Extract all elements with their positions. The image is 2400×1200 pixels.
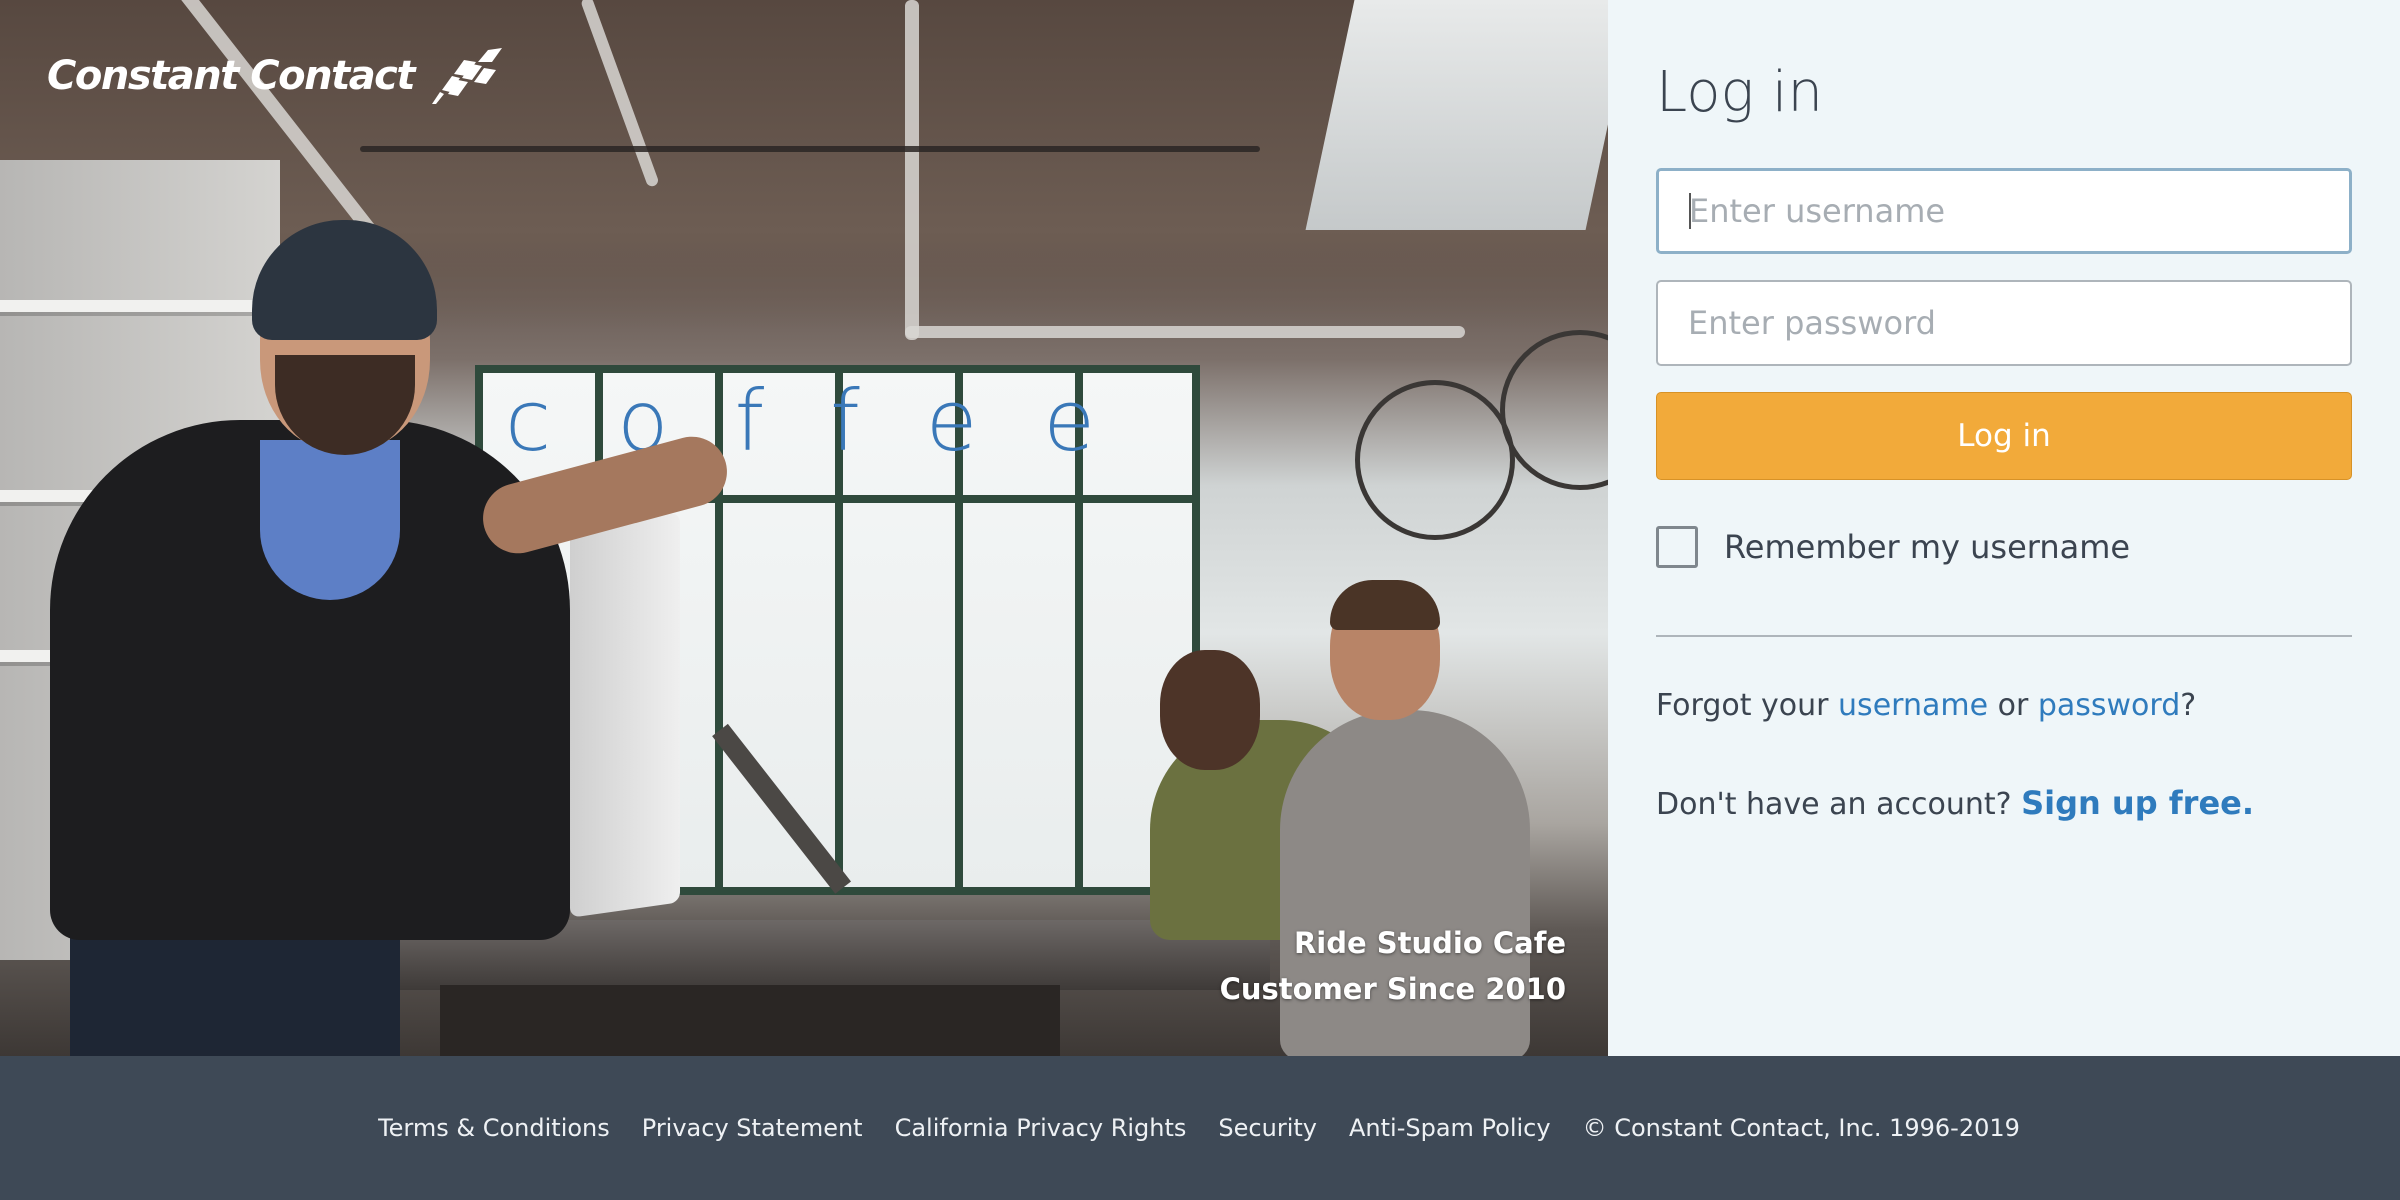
photo-caption: Ride Studio Cafe Customer Since 2010 [1220,920,1566,1012]
footer-link-security[interactable]: Security [1218,1114,1317,1142]
flag-logo-icon [432,48,503,104]
seated-customer-head [1160,650,1260,770]
bicycle-wheel [1500,330,1608,490]
ceiling-rail [360,146,1260,152]
ceiling-pipe [905,326,1465,338]
footer-link-privacy[interactable]: Privacy Statement [642,1114,863,1142]
password-input[interactable] [1656,280,2352,366]
signup-prefix: Don't have an account? [1656,787,2022,822]
brand-logo[interactable]: Constant Contact [47,48,504,104]
hero-photo: coffee Constant Contact Ride Studio Cafe… [0,0,1608,1056]
caption-business: Ride Studio Cafe [1293,926,1566,960]
standing-man-legs [70,920,400,1056]
login-button[interactable]: Log in [1656,392,2352,480]
footer-link-california-privacy[interactable]: California Privacy Rights [895,1114,1187,1142]
footer-link-anti-spam[interactable]: Anti-Spam Policy [1349,1114,1551,1142]
text-caret [1689,193,1691,229]
shelf [0,300,270,312]
forgot-username-link[interactable]: username [1838,688,1988,723]
seated-customer-hair [1330,580,1440,630]
forgot-suffix: ? [2180,688,2197,723]
remember-row: Remember my username [1656,526,2130,568]
footer-links: Terms & Conditions Privacy Statement Cal… [378,1114,2020,1142]
login-panel: Log in Log in Remember my username Forgo… [1608,0,2400,1056]
divider [1656,635,2352,637]
signup-link[interactable]: Sign up free. [2021,784,2254,822]
remember-checkbox[interactable] [1656,526,1698,568]
remember-label[interactable]: Remember my username [1724,528,2130,566]
caption-since: Customer Since 2010 [1219,972,1566,1006]
footer-link-terms[interactable]: Terms & Conditions [378,1114,610,1142]
forgot-text: Forgot your username or password? [1656,688,2196,723]
ceiling-pipe [905,0,919,340]
window-lettering: coffee [505,372,1162,470]
username-input[interactable] [1656,168,2352,254]
forgot-prefix: Forgot your [1656,688,1839,723]
forgot-or: or [1988,688,2038,723]
signup-text: Don't have an account? Sign up free. [1656,784,2254,822]
monitor [570,512,680,918]
bicycle-wheel [1355,380,1515,540]
counter-base [440,985,1060,1056]
standing-man-shirt [260,440,400,600]
forgot-password-link[interactable]: password [2038,688,2180,723]
footer: Terms & Conditions Privacy Statement Cal… [0,1056,2400,1200]
brand-wordmark: Constant Contact [47,53,416,99]
page-title: Log in [1656,60,1823,125]
vent-hood [1305,0,1608,230]
footer-copyright: © Constant Contact, Inc. 1996-2019 [1582,1114,2020,1142]
